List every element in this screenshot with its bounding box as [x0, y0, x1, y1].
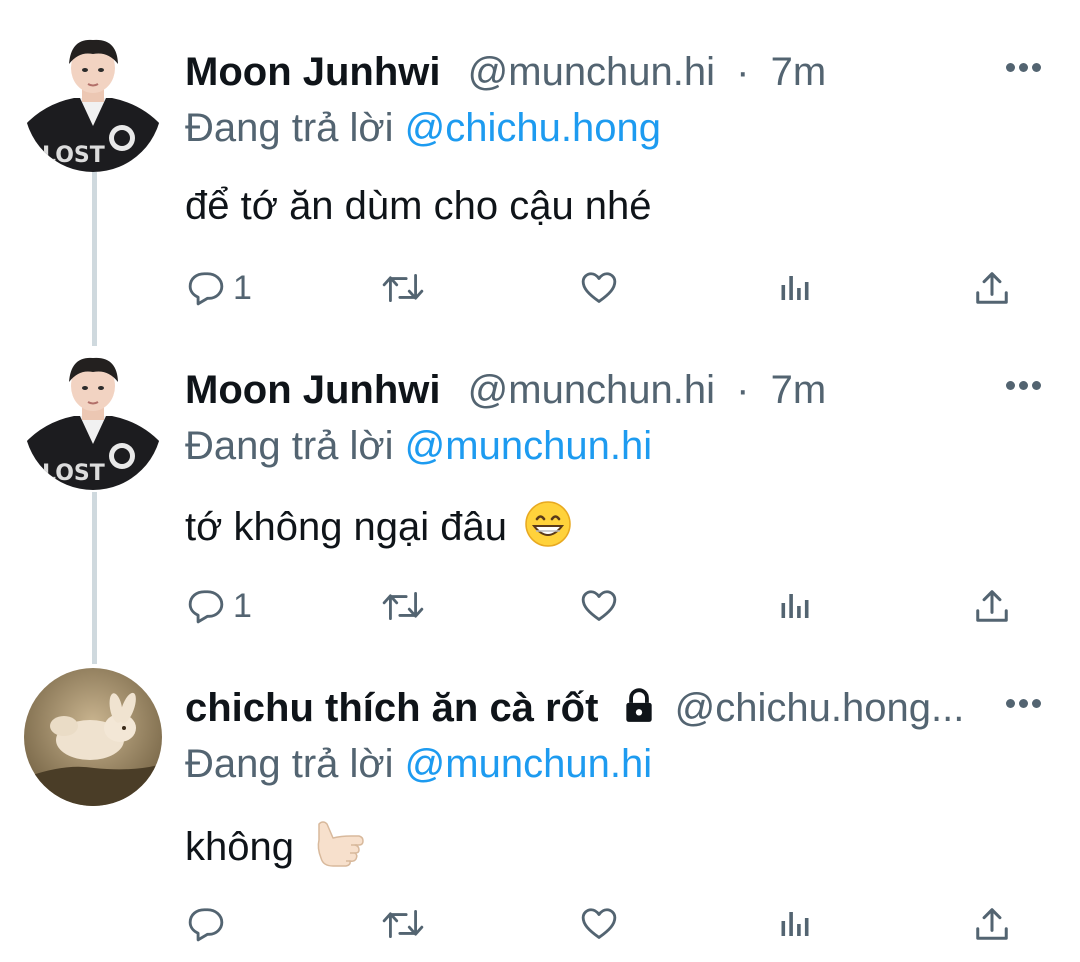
tweet-text-content: tớ không ngại đâu — [185, 505, 508, 549]
share-icon — [976, 272, 1008, 304]
user-handle[interactable]: @chichu.hong... — [675, 686, 965, 730]
reply-prefix: Đang trả lời — [185, 424, 394, 468]
views-button[interactable] — [777, 902, 813, 946]
retweet-icon — [382, 910, 424, 938]
share-button[interactable] — [973, 902, 1011, 946]
reply-button[interactable]: 1 — [187, 584, 252, 628]
tweet-text-content: để tớ ăn dùm cho cậu nhé — [185, 184, 652, 228]
retweet-icon — [382, 274, 424, 302]
like-icon — [581, 908, 617, 939]
display-name[interactable]: chichu thích ăn cà rốt — [185, 686, 598, 730]
user-handle[interactable]: @munchun.hi — [468, 50, 715, 94]
tweet[interactable]: chichu thích ăn cà rốt @chichu.hong... Đ… — [0, 640, 1080, 962]
mention-link[interactable]: @chichu.hong — [405, 106, 661, 150]
more-icon[interactable] — [1006, 63, 1042, 73]
share-button[interactable] — [973, 266, 1011, 310]
views-button[interactable] — [777, 266, 813, 310]
share-icon — [976, 908, 1008, 940]
user-handle[interactable]: @munchun.hi — [468, 368, 715, 412]
lock-icon — [620, 687, 658, 732]
like-icon — [581, 272, 617, 303]
reply-context: Đang trả lời @chichu.hong — [185, 104, 661, 152]
tweet-text: không — [185, 818, 367, 879]
more-icon[interactable] — [1006, 699, 1042, 709]
like-icon — [581, 590, 617, 621]
reply-button[interactable]: 1 — [187, 266, 252, 310]
reply-count: 1 — [233, 587, 252, 625]
mention-link[interactable]: @munchun.hi — [405, 742, 652, 786]
reply-icon — [188, 590, 224, 624]
tweet-actions — [185, 902, 1025, 946]
call-me-hand-emoji — [311, 818, 367, 879]
like-button[interactable] — [579, 902, 619, 946]
views-button[interactable] — [777, 584, 813, 628]
timestamp[interactable]: 7m — [771, 368, 827, 412]
reply-context: Đang trả lời @munchun.hi — [185, 422, 652, 470]
tweet-text: tớ không ngại đâu — [185, 500, 572, 559]
more-icon[interactable] — [1006, 381, 1042, 391]
mention-link[interactable]: @munchun.hi — [405, 424, 652, 468]
retweet-button[interactable] — [381, 584, 425, 628]
separator-dot: · — [736, 50, 750, 94]
timestamp[interactable]: 7m — [771, 50, 827, 94]
avatar[interactable]: LOST — [24, 34, 162, 172]
tweet-text: để tớ ăn dùm cho cậu nhé — [185, 182, 652, 230]
views-icon — [781, 912, 809, 936]
tweet-header: Moon Junhwi @munchun.hi · 7m — [185, 366, 1040, 414]
share-button[interactable] — [973, 584, 1011, 628]
display-name[interactable]: Moon Junhwi — [185, 50, 441, 94]
like-button[interactable] — [579, 584, 619, 628]
reply-count: 1 — [233, 269, 252, 307]
separator-dot: · — [736, 368, 750, 412]
grinning-face-emoji — [524, 500, 572, 559]
like-button[interactable] — [579, 266, 619, 310]
views-icon — [781, 594, 809, 618]
avatar[interactable] — [24, 668, 162, 806]
svg-text:LOST: LOST — [42, 143, 105, 168]
share-icon — [976, 590, 1008, 622]
tweet-actions: 1 — [185, 584, 1025, 628]
tweet[interactable]: LOST Moon Junhwi @munchun.hi · 7m Đang t… — [0, 320, 1080, 640]
retweet-button[interactable] — [381, 902, 425, 946]
views-icon — [781, 276, 809, 300]
reply-context: Đang trả lời @munchun.hi — [185, 740, 652, 788]
reply-prefix: Đang trả lời — [185, 742, 394, 786]
reply-prefix: Đang trả lời — [185, 106, 394, 150]
retweet-button[interactable] — [381, 266, 425, 310]
tweet[interactable]: LOST Moon Junhwi @munchun.hi · 7m Đang t… — [0, 0, 1080, 320]
svg-text:LOST: LOST — [42, 461, 105, 486]
avatar[interactable]: LOST — [24, 352, 162, 490]
reply-button[interactable] — [187, 902, 225, 946]
tweet-text-content: không — [185, 825, 294, 869]
tweet-header: Moon Junhwi @munchun.hi · 7m — [185, 48, 1040, 96]
tweet-header: chichu thích ăn cà rốt @chichu.hong... — [185, 684, 1040, 732]
retweet-icon — [382, 592, 424, 620]
display-name[interactable]: Moon Junhwi — [185, 368, 441, 412]
reply-icon — [188, 272, 224, 306]
tweet-actions: 1 — [185, 266, 1025, 310]
reply-icon — [188, 908, 224, 942]
